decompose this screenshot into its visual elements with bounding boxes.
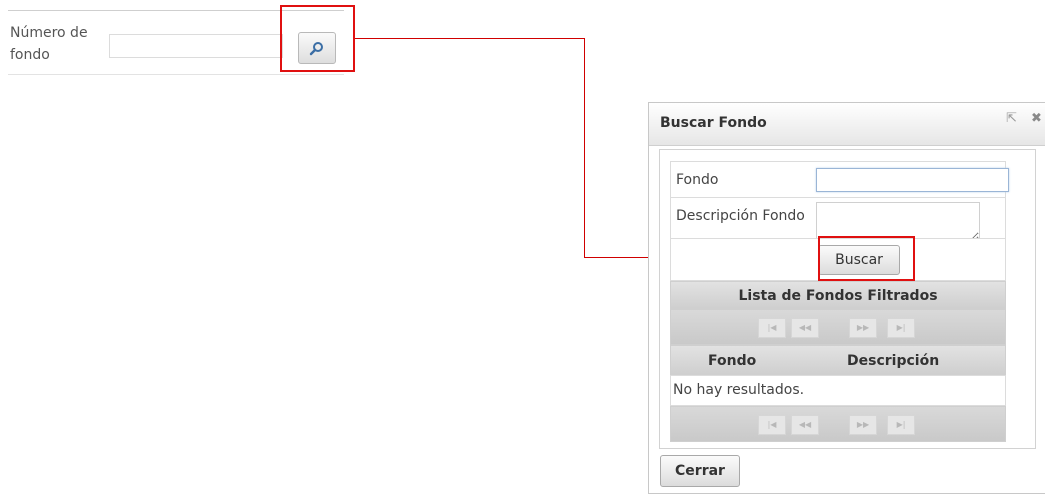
empty-results-row: No hay resultados.: [670, 375, 1006, 406]
pager-top: |◀ ◀◀ ▶▶ ▶|: [670, 309, 1006, 345]
dialog-title: Buscar Fondo: [660, 115, 767, 131]
magnifier-icon: [309, 42, 323, 56]
descripcion-textarea[interactable]: [816, 202, 980, 242]
fondo-input[interactable]: [816, 168, 1009, 192]
dialog-header: Buscar Fondo ⇱ ✖: [649, 103, 1045, 146]
form-top-rule: [8, 10, 344, 11]
connector-line-vertical: [584, 38, 585, 258]
descripcion-label: Descripción Fondo: [676, 208, 805, 224]
fondo-label: Fondo: [676, 172, 719, 188]
numero-fondo-row: Número de fondo: [8, 18, 344, 75]
pager-prev-button[interactable]: ◀◀: [791, 415, 819, 435]
descripcion-row: Descripción Fondo: [670, 197, 1006, 242]
column-header-fondo[interactable]: Fondo: [708, 353, 756, 369]
cerrar-button[interactable]: Cerrar: [660, 455, 740, 487]
list-title: Lista de Fondos Filtrados: [670, 281, 1006, 309]
buscar-button[interactable]: Buscar: [818, 245, 900, 275]
connector-line-horizontal-top: [355, 38, 585, 39]
buscar-row: Buscar: [670, 238, 1006, 281]
pager-first-button[interactable]: |◀: [758, 415, 786, 435]
pager-last-button[interactable]: ▶|: [887, 318, 915, 338]
buscar-fondo-dialog: Buscar Fondo ⇱ ✖ Fondo Descripción Fondo…: [648, 102, 1045, 494]
table-header: Fondo Descripción: [670, 345, 1006, 375]
pager-prev-button[interactable]: ◀◀: [791, 318, 819, 338]
pager-first-button[interactable]: |◀: [758, 318, 786, 338]
numero-fondo-input[interactable]: [109, 34, 283, 58]
pager-bottom: |◀ ◀◀ ▶▶ ▶|: [670, 406, 1006, 442]
empty-results-message: No hay resultados.: [673, 382, 805, 398]
search-fondo-button[interactable]: [298, 32, 336, 64]
close-icon[interactable]: ✖: [1031, 111, 1042, 126]
pager-last-button[interactable]: ▶|: [887, 415, 915, 435]
pager-next-button[interactable]: ▶▶: [849, 318, 877, 338]
numero-fondo-label: Número de fondo: [10, 25, 88, 63]
pager-next-button[interactable]: ▶▶: [849, 415, 877, 435]
column-header-descripcion[interactable]: Descripción: [847, 353, 939, 369]
fondo-row: Fondo: [670, 161, 1009, 198]
popout-icon[interactable]: ⇱: [1006, 111, 1017, 126]
